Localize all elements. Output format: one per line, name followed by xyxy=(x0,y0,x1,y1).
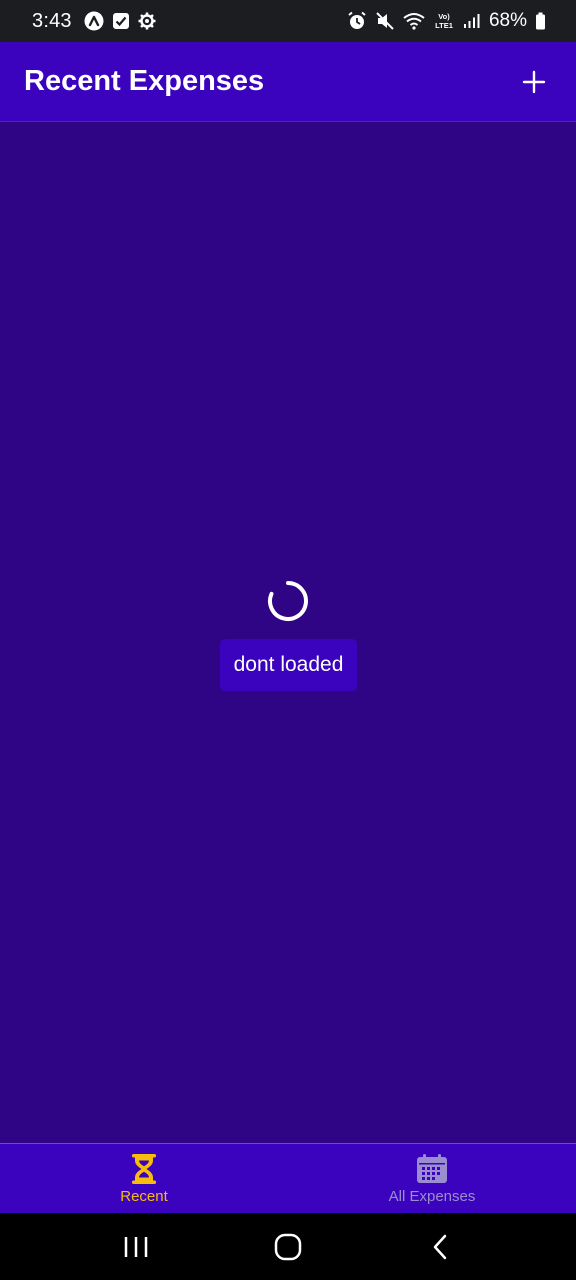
hourglass-icon xyxy=(132,1154,156,1184)
check-box-icon xyxy=(112,12,130,30)
battery-icon xyxy=(535,12,546,30)
main-content: dont loaded xyxy=(0,122,576,1143)
svg-text:Vo): Vo) xyxy=(438,12,450,21)
bottom-tab-bar: Recent All Expenses xyxy=(0,1143,576,1213)
system-nav-bar xyxy=(0,1213,576,1280)
status-time: 3:43 xyxy=(32,9,72,32)
status-right: Vo) LTE1 68% xyxy=(347,10,546,32)
home-icon xyxy=(274,1233,302,1260)
tab-recent[interactable]: Recent xyxy=(0,1144,288,1213)
status-bar: 3:43 Vo) LTE1 68% xyxy=(0,0,576,42)
error-message: dont loaded xyxy=(233,653,344,676)
app-screen: 3:43 Vo) LTE1 68% Recent Expenses dont l… xyxy=(0,0,576,1280)
wifi-icon xyxy=(403,12,425,30)
home-button[interactable] xyxy=(258,1217,318,1277)
back-button[interactable] xyxy=(410,1217,470,1277)
signal-icon xyxy=(463,13,481,29)
plus-icon xyxy=(522,70,546,93)
status-left: 3:43 xyxy=(32,10,156,33)
calendar-icon xyxy=(417,1154,447,1183)
header: Recent Expenses xyxy=(0,42,576,122)
svg-text:LTE1: LTE1 xyxy=(435,21,453,30)
tab-recent-label: Recent xyxy=(120,1188,168,1205)
settings-icon xyxy=(138,12,156,30)
volte-icon: Vo) LTE1 xyxy=(433,11,455,31)
back-icon xyxy=(433,1234,447,1259)
recent-apps-button[interactable] xyxy=(106,1217,166,1277)
mute-icon xyxy=(375,11,395,31)
recent-apps-icon xyxy=(124,1236,148,1257)
error-message-box: dont loaded xyxy=(220,639,357,691)
tab-all-expenses-label: All Expenses xyxy=(388,1188,476,1205)
alarm-icon xyxy=(347,11,367,31)
tab-all-expenses[interactable]: All Expenses xyxy=(288,1144,576,1213)
page-title: Recent Expenses xyxy=(24,65,265,97)
a-icon xyxy=(84,11,104,31)
battery-percent: 68% xyxy=(488,10,527,31)
add-expense-button[interactable] xyxy=(516,64,552,100)
spinner-icon xyxy=(267,580,309,622)
